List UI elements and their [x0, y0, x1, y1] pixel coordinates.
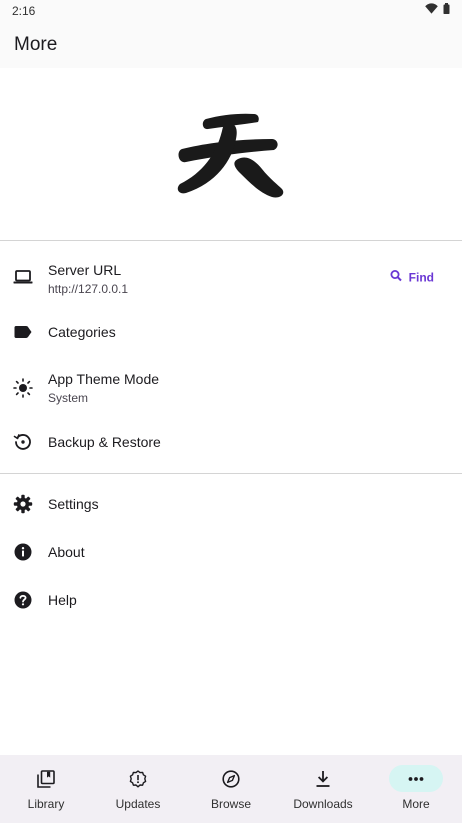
find-button[interactable]: Find — [390, 270, 434, 285]
server-url-value: http://127.0.0.1 — [48, 282, 129, 296]
compass-icon — [204, 765, 258, 792]
gear-icon — [13, 494, 33, 514]
help-label: Help — [48, 592, 77, 608]
backup-restore-label: Backup & Restore — [48, 434, 161, 450]
settings-item[interactable]: Settings — [0, 480, 462, 528]
restore-icon — [13, 432, 33, 452]
nav-item-downloads[interactable]: Downloads — [277, 755, 369, 823]
info-icon — [13, 542, 33, 562]
top-app-bar: More — [0, 22, 462, 68]
server-url-label: Server URL — [48, 262, 122, 278]
nav-label-more: More — [402, 797, 430, 811]
status-icons — [425, 3, 450, 14]
nav-label-browse: Browse — [210, 797, 251, 811]
server-url-item[interactable]: Server URL http://127.0.0.1 Find — [0, 250, 462, 304]
brightness-icon — [13, 378, 33, 398]
download-icon — [296, 765, 350, 792]
wifi-icon — [425, 3, 438, 14]
divider — [0, 473, 462, 474]
categories-item[interactable]: Categories — [0, 308, 462, 356]
app-theme-label: App Theme Mode — [48, 371, 160, 387]
page-title: More — [14, 34, 58, 55]
help-icon — [13, 590, 33, 610]
laptop-icon — [13, 267, 33, 287]
status-time: 2:16 — [12, 4, 36, 18]
label-icon — [13, 322, 33, 342]
kanji-logo — [177, 113, 284, 198]
about-item[interactable]: About — [0, 528, 462, 576]
find-label: Find — [408, 270, 434, 284]
nav-label-downloads: Downloads — [293, 797, 353, 811]
updates-icon — [111, 765, 165, 792]
help-item[interactable]: Help — [0, 576, 462, 624]
divider — [0, 240, 462, 241]
battery-icon — [443, 3, 450, 14]
categories-label: Categories — [48, 324, 116, 340]
app-logo — [0, 68, 462, 240]
search-icon — [390, 270, 402, 285]
status-bar: 2:16 — [0, 0, 462, 22]
library-icon — [19, 765, 73, 792]
settings-label: Settings — [48, 496, 99, 512]
nav-label-library: Library — [27, 797, 65, 811]
more-horiz-icon — [389, 765, 443, 792]
app-theme-value: System — [48, 391, 89, 405]
nav-item-browse[interactable]: Browse — [185, 755, 277, 823]
backup-restore-item[interactable]: Backup & Restore — [0, 418, 462, 466]
bottom-navigation: Library Updates Browse Downloads More — [0, 755, 462, 823]
nav-item-more[interactable]: More — [370, 755, 462, 823]
app-theme-item[interactable]: App Theme Mode System — [0, 360, 462, 416]
nav-label-updates: Updates — [115, 797, 161, 811]
nav-item-library[interactable]: Library — [0, 755, 92, 823]
about-label: About — [48, 544, 85, 560]
nav-item-updates[interactable]: Updates — [92, 755, 184, 823]
